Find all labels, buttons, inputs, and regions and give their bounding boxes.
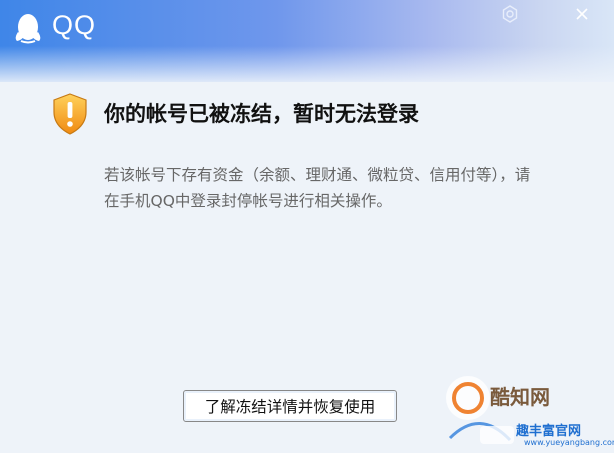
unfreeze-details-button[interactable]: 了解冻结详情并恢复使用 — [183, 390, 397, 422]
watermark-brand: 酷知网 — [490, 385, 550, 409]
qq-penguin-icon — [15, 14, 41, 44]
close-icon[interactable] — [572, 4, 592, 24]
dialog-message: 若该帐号下存有资金（余额、理财通、微粒贷、信用付等），请在手机QQ中登录封停帐号… — [104, 166, 531, 210]
shield-warning-icon — [53, 93, 87, 135]
qq-login-window: QQ 你的帐号已被冻结，暂时无法登录 若该帐号下存有资金（余额、理财通、微粒贷、… — [0, 0, 614, 453]
dialog-heading: 你的帐号已被冻结，暂时无法登录 — [104, 102, 419, 126]
gear-icon[interactable] — [500, 4, 520, 24]
watermark-site: 趣丰富官网 — [516, 424, 582, 439]
watermark-url: www.yueyangbang.com — [524, 438, 614, 447]
app-title: QQ — [52, 10, 97, 40]
